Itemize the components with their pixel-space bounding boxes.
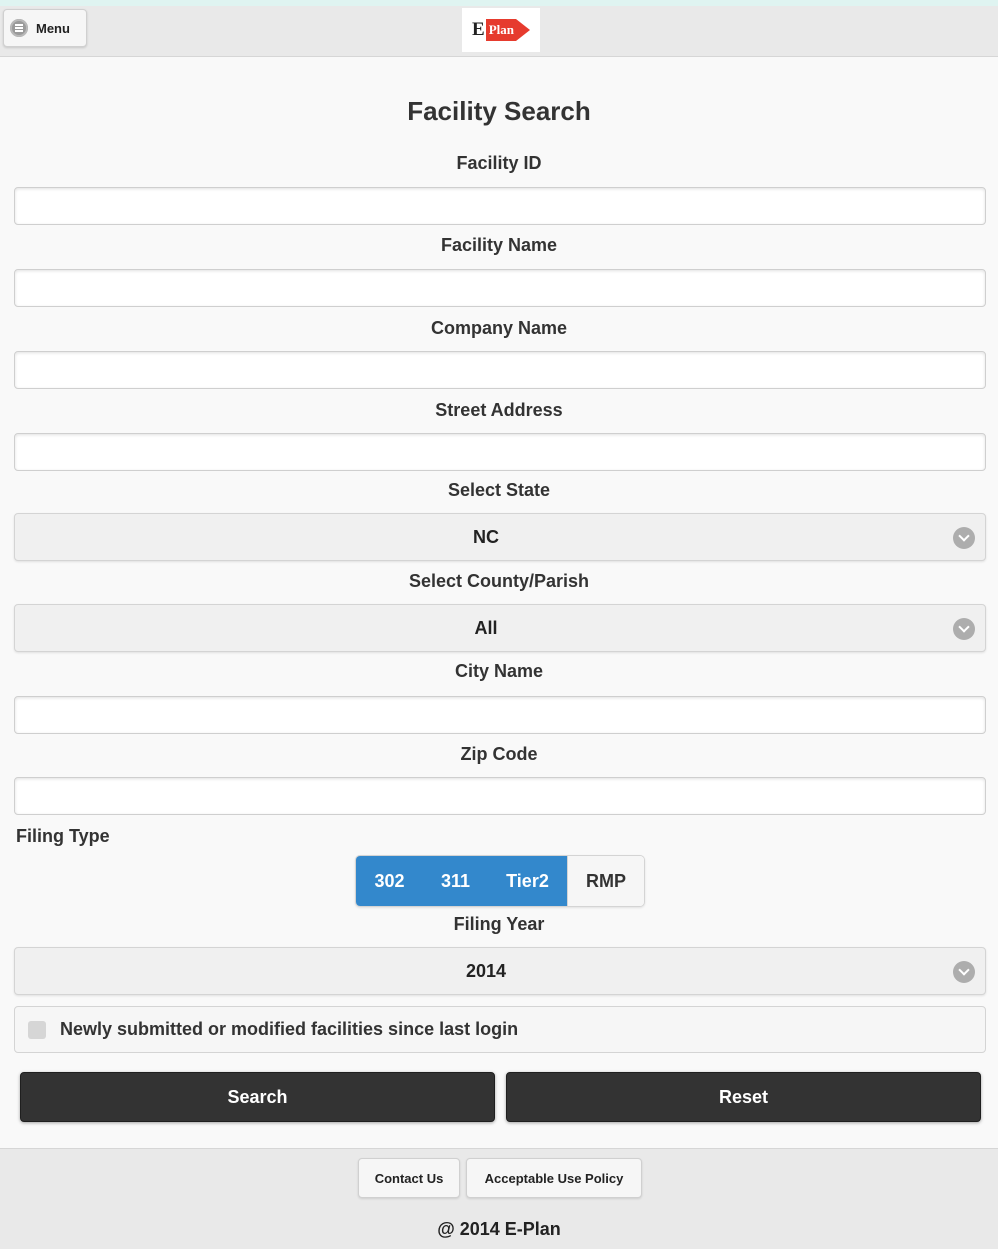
facility-id-input[interactable]	[14, 187, 986, 225]
company-name-label: Company Name	[430, 318, 568, 338]
facility-name-label: Facility Name	[440, 235, 558, 255]
menu-button[interactable]: Menu	[3, 9, 87, 47]
state-select[interactable]: NC	[14, 513, 986, 561]
copyright-text: @ 2014 E-Plan	[437, 1219, 561, 1239]
filing-type-302[interactable]: 302	[356, 856, 423, 906]
reset-button[interactable]: Reset	[506, 1072, 981, 1122]
facility-id-label: Facility ID	[456, 153, 542, 173]
county-label: Select County/Parish	[408, 571, 590, 591]
page-title: Facility Search	[407, 96, 591, 126]
street-address-label: Street Address	[435, 400, 563, 420]
city-label: City Name	[454, 661, 544, 681]
city-input[interactable]	[14, 696, 986, 734]
zip-input[interactable]	[14, 777, 986, 815]
county-select[interactable]: All	[14, 604, 986, 652]
filing-year-label: Filing Year	[453, 914, 545, 934]
filing-year-select-value: 2014	[465, 960, 507, 981]
facility-name-input[interactable]	[14, 269, 986, 307]
chevron-down-icon	[953, 618, 975, 640]
footer: Contact Us Acceptable Use Policy @ 2014 …	[0, 1148, 998, 1249]
logo-arrow-icon	[515, 19, 530, 41]
chevron-down-icon	[953, 961, 975, 983]
acceptable-use-policy-button[interactable]: Acceptable Use Policy	[466, 1158, 642, 1198]
filing-type-311[interactable]: 311	[423, 856, 488, 906]
state-select-value: NC	[473, 526, 499, 547]
logo-e: E	[472, 19, 485, 40]
company-name-input[interactable]	[14, 351, 986, 389]
contact-us-button[interactable]: Contact Us	[358, 1158, 460, 1198]
newly-modified-checkbox[interactable]	[28, 1020, 46, 1039]
zip-label: Zip Code	[460, 744, 538, 764]
chevron-down-icon	[953, 527, 975, 549]
header-bar: Menu E Plan	[0, 6, 998, 57]
state-label: Select State	[447, 480, 551, 500]
newly-modified-checkbox-row[interactable]: Newly submitted or modified facilities s…	[14, 1006, 986, 1053]
county-select-value: All	[474, 617, 498, 638]
filing-year-select[interactable]: 2014	[14, 947, 986, 995]
filing-type-label: Filing Type	[16, 826, 110, 846]
newly-modified-label: Newly submitted or modified facilities s…	[60, 1019, 519, 1039]
menu-icon	[10, 19, 28, 37]
eplan-logo[interactable]: E Plan	[462, 8, 540, 52]
filing-type-rmp[interactable]: RMP	[567, 856, 644, 906]
filing-type-toggle-group: 302 311 Tier2 RMP	[355, 855, 645, 907]
street-address-input[interactable]	[14, 433, 986, 471]
filing-type-tier2[interactable]: Tier2	[488, 856, 567, 906]
menu-label: Menu	[36, 20, 70, 36]
search-button[interactable]: Search	[20, 1072, 495, 1122]
logo-plan: Plan	[485, 19, 516, 41]
